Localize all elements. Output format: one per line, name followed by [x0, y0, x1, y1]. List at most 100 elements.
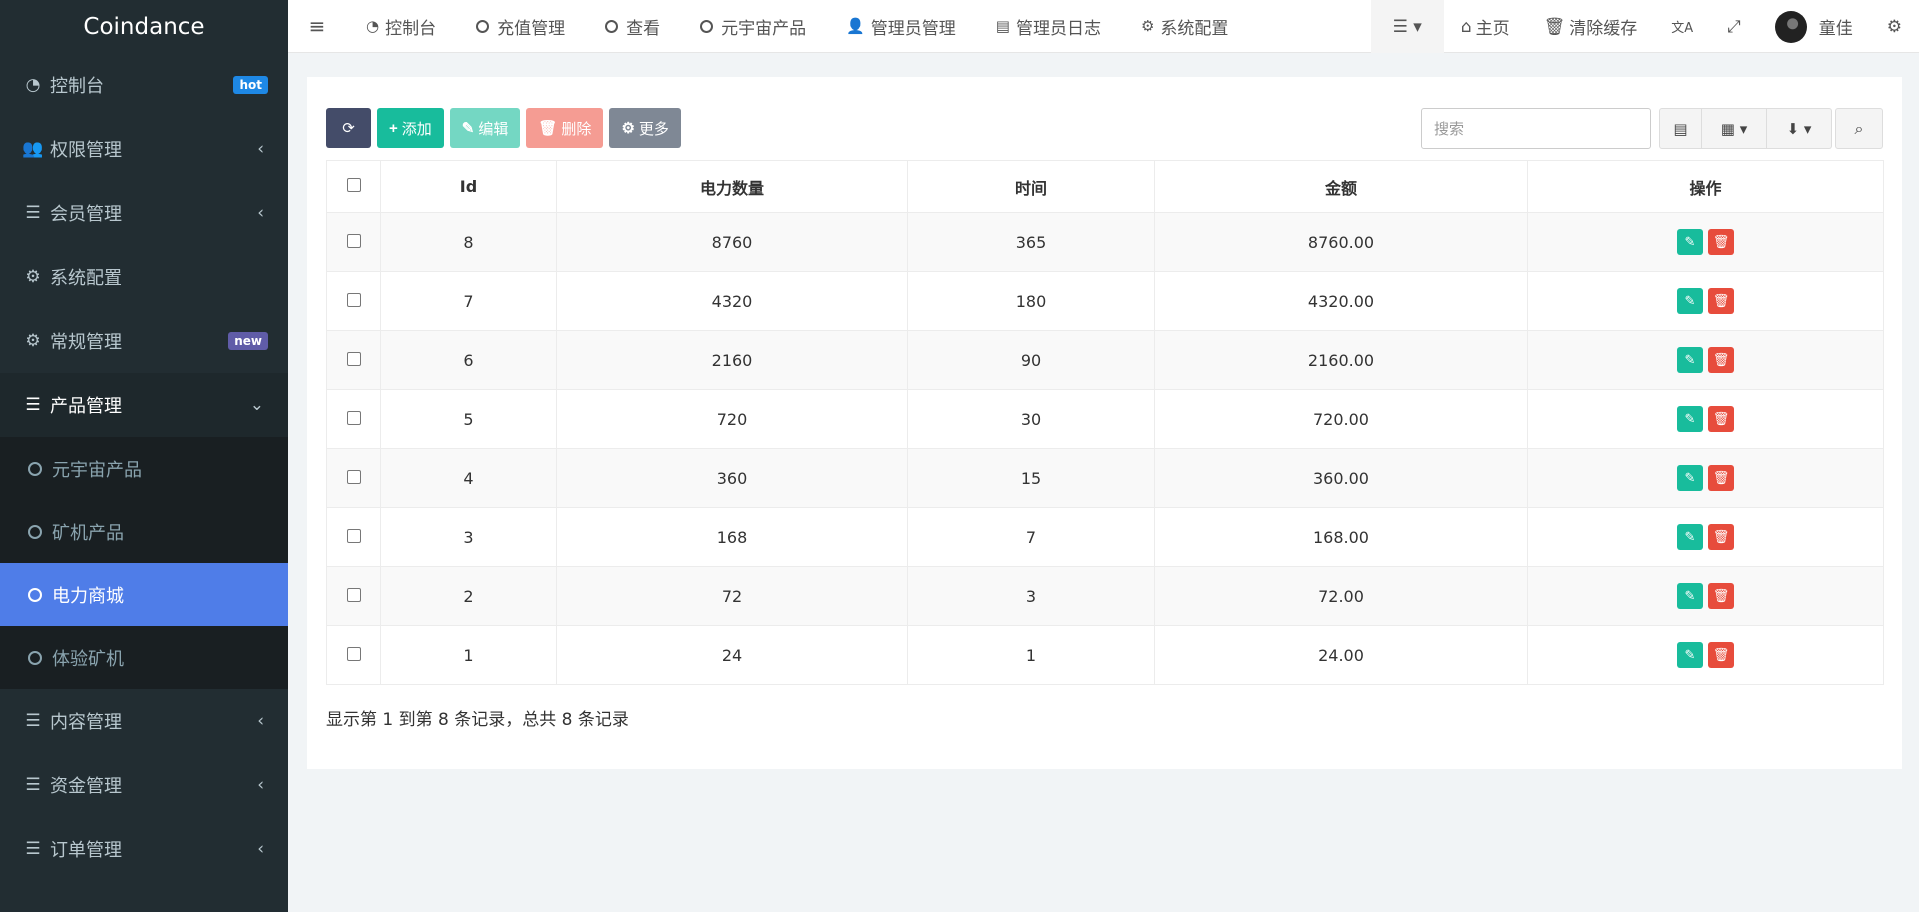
row-checkbox[interactable]	[346, 646, 361, 661]
sidebar-item-label: 产品管理	[50, 396, 122, 417]
sidebar-item-dashboard[interactable]: ◔ 控制台 hot	[0, 53, 288, 117]
language-button[interactable]: 文A	[1654, 0, 1710, 53]
row-checkbox[interactable]	[346, 292, 361, 307]
pencil-icon: ✎	[1684, 411, 1696, 427]
column-header-amount[interactable]: 金额	[1154, 160, 1528, 213]
sidebar-item-label: 常规管理	[50, 332, 122, 353]
cell-id: 8	[380, 212, 557, 272]
select-all-checkbox[interactable]	[346, 178, 361, 192]
cell-id: 6	[380, 330, 557, 390]
row-checkbox[interactable]	[346, 351, 361, 366]
row-edit-button[interactable]: ✎	[1677, 642, 1703, 668]
sidebar-subitem-miner[interactable]: 矿机产品	[0, 500, 288, 563]
delete-button[interactable]: 🗑 删除	[526, 108, 604, 148]
tab-label: 充值管理	[497, 18, 566, 39]
sidebar-item-orders[interactable]: ☰ 订单管理 ‹	[0, 817, 288, 881]
row-delete-button[interactable]: 🗑	[1708, 347, 1734, 373]
table-row[interactable]: 7 4320 180 4320.00 ✎ 🗑	[326, 271, 1884, 331]
row-select-cell	[326, 212, 381, 272]
sidebar-subitem-trial-miner[interactable]: 体验矿机	[0, 626, 288, 689]
row-checkbox[interactable]	[346, 528, 361, 543]
hot-badge: hot	[233, 76, 268, 94]
sidebar-subitem-metaverse[interactable]: 元宇宙产品	[0, 437, 288, 500]
sidebar-item-funds[interactable]: ☰ 资金管理 ‹	[0, 753, 288, 817]
cell-time: 90	[907, 330, 1155, 390]
circle-icon	[28, 587, 42, 602]
more-label: 更多	[638, 120, 669, 138]
clear-cache-button[interactable]: 🗑 清除缓存	[1527, 0, 1655, 53]
table-row[interactable]: 4 360 15 360.00 ✎ 🗑	[326, 448, 1884, 508]
row-delete-button[interactable]: 🗑	[1708, 229, 1734, 255]
cell-amount: 360.00	[1154, 448, 1528, 508]
column-header-power[interactable]: 电力数量	[556, 160, 908, 213]
users-icon: 👥	[22, 139, 44, 159]
row-delete-button[interactable]: 🗑	[1708, 288, 1734, 314]
app-logo[interactable]: Coindance	[0, 0, 288, 53]
sidebar-item-members[interactable]: ☰ 会员管理 ‹	[0, 181, 288, 245]
table-row[interactable]: 1 24 1 24.00 ✎ 🗑	[326, 625, 1884, 685]
fullscreen-button[interactable]: ⤢	[1710, 0, 1758, 53]
table-row[interactable]: 3 168 7 168.00 ✎ 🗑	[326, 507, 1884, 567]
home-link[interactable]: ⌂ 主页	[1444, 0, 1527, 53]
row-checkbox[interactable]	[346, 233, 361, 248]
row-select-cell	[326, 566, 381, 626]
tab-admin-log[interactable]: ▤ 管理员日志	[976, 0, 1121, 53]
edit-button[interactable]: ✎ 编辑	[449, 108, 521, 148]
subitem-label: 电力商城	[52, 585, 124, 607]
row-edit-button[interactable]: ✎	[1677, 583, 1703, 609]
tab-dashboard[interactable]: ◔ 控制台	[346, 0, 456, 53]
column-header-time[interactable]: 时间	[907, 160, 1155, 213]
add-button[interactable]: + 添加	[377, 108, 444, 148]
tab-metaverse[interactable]: 元宇宙产品	[680, 0, 826, 53]
tab-system-config[interactable]: ⚙ 系统配置	[1121, 0, 1248, 53]
sidebar-subitem-power-mall[interactable]: 电力商城	[0, 563, 288, 626]
export-button[interactable]: ⬇ ▾	[1767, 108, 1832, 149]
row-edit-button[interactable]: ✎	[1677, 524, 1703, 550]
row-edit-button[interactable]: ✎	[1677, 347, 1703, 373]
table-row[interactable]: 5 720 30 720.00 ✎ 🗑	[326, 389, 1884, 449]
search-input[interactable]: 搜索	[1421, 108, 1651, 149]
row-delete-button[interactable]: 🗑	[1708, 406, 1734, 432]
tab-recharge[interactable]: 充值管理	[456, 0, 585, 53]
table-row[interactable]: 2 72 3 72.00 ✎ 🗑	[326, 566, 1884, 626]
cell-actions: ✎ 🗑	[1527, 271, 1884, 331]
sidebar-item-general[interactable]: ⚙ 常规管理 new	[0, 309, 288, 373]
fullscreen-icon: ⤢	[1727, 16, 1741, 37]
row-delete-button[interactable]: 🗑	[1708, 465, 1734, 491]
row-edit-button[interactable]: ✎	[1677, 288, 1703, 314]
sidebar-item-content[interactable]: ☰ 内容管理 ‹	[0, 689, 288, 753]
table-row[interactable]: 8 8760 365 8760.00 ✎ 🗑	[326, 212, 1884, 272]
table-row[interactable]: 6 2160 90 2160.00 ✎ 🗑	[326, 330, 1884, 390]
sidebar-item-permissions[interactable]: 👥 权限管理 ‹	[0, 117, 288, 181]
row-edit-button[interactable]: ✎	[1677, 406, 1703, 432]
row-checkbox[interactable]	[346, 469, 361, 484]
trash-icon: 🗑	[1543, 16, 1566, 37]
user-menu[interactable]: 童佳	[1758, 0, 1870, 53]
settings-button[interactable]: ⚙	[1870, 0, 1919, 53]
columns-button[interactable]: ▦ ▾	[1702, 108, 1767, 149]
row-delete-button[interactable]: 🗑	[1708, 524, 1734, 550]
row-checkbox[interactable]	[346, 587, 361, 602]
row-checkbox[interactable]	[346, 410, 361, 425]
row-edit-button[interactable]: ✎	[1677, 465, 1703, 491]
sidebar-item-system-config[interactable]: ⚙ 系统配置	[0, 245, 288, 309]
chevron-left-icon: ‹	[257, 839, 264, 859]
tabs-dropdown-button[interactable]: ☰ ▾	[1370, 0, 1444, 53]
search-button[interactable]: ⌕	[1835, 108, 1883, 149]
tab-view[interactable]: 查看	[585, 0, 680, 53]
menu-toggle-icon[interactable]: ≡	[288, 0, 346, 53]
sidebar-item-label: 内容管理	[50, 712, 122, 733]
subitem-label: 元宇宙产品	[52, 459, 142, 481]
row-delete-button[interactable]: 🗑	[1708, 583, 1734, 609]
tab-label: 查看	[626, 18, 661, 39]
cell-power: 168	[556, 507, 908, 567]
more-button[interactable]: ⚙ 更多	[609, 108, 681, 148]
tab-admin[interactable]: 👤 管理员管理	[826, 0, 976, 53]
column-header-id[interactable]: Id	[380, 160, 557, 213]
sidebar-item-products[interactable]: ☰ 产品管理 ⌄	[0, 373, 288, 437]
row-delete-button[interactable]: 🗑	[1708, 642, 1734, 668]
cell-time: 15	[907, 448, 1155, 508]
refresh-button[interactable]: ⟳	[326, 108, 371, 148]
toggle-view-button[interactable]: ▤	[1659, 108, 1702, 149]
row-edit-button[interactable]: ✎	[1677, 229, 1703, 255]
